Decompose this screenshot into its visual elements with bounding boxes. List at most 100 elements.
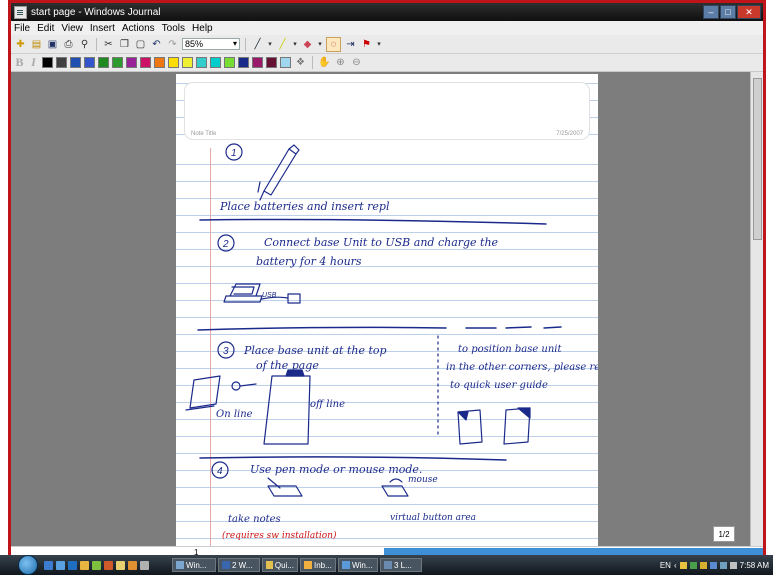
folder-icon[interactable] <box>116 560 125 570</box>
pen-color-swatch[interactable] <box>182 57 193 68</box>
highlighter-dropdown-icon[interactable]: ▾ <box>292 38 298 51</box>
laptop-drawing-icon <box>185 375 221 411</box>
new-note-icon[interactable]: ✚ <box>14 38 27 51</box>
flag-icon[interactable]: ⚑ <box>360 38 373 51</box>
bold-button[interactable]: B <box>14 55 25 70</box>
zoom-in-icon[interactable]: ⊕ <box>334 56 347 69</box>
menu-tools[interactable]: Tools <box>162 23 185 34</box>
tray-app-icon[interactable] <box>699 561 707 569</box>
pen-color-swatch[interactable] <box>168 57 179 68</box>
highlighter-icon[interactable]: ╱ <box>276 38 289 51</box>
eraser-dropdown-icon[interactable]: ▾ <box>317 38 323 51</box>
step-1-text: Place batteries and insert repl <box>219 200 390 213</box>
menu-file[interactable]: File <box>14 23 30 34</box>
mouse-label: mouse <box>408 475 438 485</box>
step-3-number: 3 <box>223 346 229 357</box>
start-button[interactable] <box>18 555 38 575</box>
pen-color-swatch[interactable] <box>154 57 165 68</box>
note-page[interactable]: Note Title 7/25/2007 1 Place batteries a… <box>176 74 598 546</box>
taskbar-item[interactable]: 2 W... <box>218 558 260 572</box>
taskbar-item[interactable]: Qui... <box>262 558 298 572</box>
volume-icon[interactable] <box>729 561 737 569</box>
tray-app-icon[interactable] <box>689 561 697 569</box>
selection-tool-icon[interactable]: ◌ <box>326 36 341 52</box>
step-3-right-line2: in the other corners, please refer <box>446 362 598 373</box>
pen-color-swatch[interactable] <box>42 57 53 68</box>
step-3-text-line1: Place base unit at the top <box>243 344 387 357</box>
pen-color-swatch[interactable] <box>56 57 67 68</box>
pen-color-swatch[interactable] <box>280 57 291 68</box>
pen-color-swatch[interactable] <box>238 57 249 68</box>
menu-edit[interactable]: Edit <box>37 23 54 34</box>
taskbar-item[interactable]: Win... <box>172 558 216 572</box>
taskbar-item[interactable]: Inb... <box>300 558 336 572</box>
pen-color-swatch[interactable] <box>224 57 235 68</box>
eraser-icon[interactable]: ◆ <box>301 38 314 51</box>
minimize-button[interactable]: – <box>703 5 719 19</box>
insert-space-icon[interactable]: ⇥ <box>344 38 357 51</box>
pen-color-swatch[interactable] <box>126 57 137 68</box>
zoom-select[interactable]: 85% <box>182 38 240 50</box>
find-icon[interactable]: ⚲ <box>78 38 91 51</box>
pen-color-swatch[interactable] <box>84 57 95 68</box>
ink-layer: 1 Place batteries and insert repl 2 Conn… <box>185 143 598 541</box>
step-4-text: Use pen mode or mouse mode. <box>250 463 422 476</box>
menu-insert[interactable]: Insert <box>90 23 115 34</box>
clock[interactable]: 7:58 AM <box>740 561 769 570</box>
media-player-icon[interactable] <box>92 560 101 570</box>
quicklaunch-app-icon[interactable] <box>128 560 137 570</box>
redo-icon[interactable]: ↷ <box>166 38 179 51</box>
outlook-icon[interactable] <box>80 560 89 570</box>
internet-explorer-icon[interactable] <box>68 560 77 570</box>
quicklaunch-app-icon[interactable] <box>104 560 113 570</box>
close-button[interactable]: ✕ <box>737 5 761 19</box>
app-icon <box>266 561 273 569</box>
laptop-drawing-icon <box>223 283 263 303</box>
pen-color-swatch[interactable] <box>140 57 151 68</box>
cable-drawing <box>239 383 257 387</box>
menu-help[interactable]: Help <box>192 23 213 34</box>
language-indicator[interactable]: EN <box>660 561 671 570</box>
format-ink-icon[interactable]: ❖ <box>294 56 307 69</box>
menu-view[interactable]: View <box>61 23 83 34</box>
copy-icon[interactable]: ❐ <box>118 38 131 51</box>
save-icon[interactable]: ▣ <box>46 38 59 51</box>
pan-icon[interactable]: ✋ <box>318 56 331 69</box>
open-icon[interactable]: ▤ <box>30 38 43 51</box>
taskbar-item[interactable]: 3 L... <box>380 558 422 572</box>
undo-icon[interactable]: ↶ <box>150 38 163 51</box>
show-desktop-icon[interactable] <box>44 560 53 570</box>
taskbar-item[interactable]: Win... <box>338 558 378 572</box>
pen-drawing-icon <box>259 144 300 201</box>
taskbar-item-label: Qui... <box>274 560 294 570</box>
pen-dropdown-icon[interactable]: ▾ <box>267 38 273 51</box>
tray-app-icon[interactable] <box>719 561 727 569</box>
pen-color-swatch[interactable] <box>266 57 277 68</box>
pen-color-swatch[interactable] <box>210 57 221 68</box>
network-icon[interactable] <box>709 561 717 569</box>
requires-installation-note: (requires sw installation) <box>222 530 337 541</box>
maximize-button[interactable]: □ <box>720 5 736 19</box>
flag-dropdown-icon[interactable]: ▾ <box>376 38 382 51</box>
toolbar-divider <box>245 37 246 51</box>
pen-color-swatch[interactable] <box>252 57 263 68</box>
quicklaunch-app-icon[interactable] <box>140 560 149 570</box>
paste-icon[interactable]: ▢ <box>134 38 147 51</box>
tray-app-icon[interactable] <box>679 561 687 569</box>
italic-button[interactable]: I <box>28 55 39 70</box>
vertical-scrollbar[interactable] <box>750 72 763 546</box>
pen-color-swatch[interactable] <box>98 57 109 68</box>
pen-color-swatch[interactable] <box>196 57 207 68</box>
print-icon[interactable]: ⎙ <box>62 38 75 51</box>
menu-actions[interactable]: Actions <box>122 23 155 34</box>
tray-expand-icon[interactable]: ‹ <box>674 561 677 570</box>
zoom-out-icon[interactable]: ⊖ <box>350 56 363 69</box>
pen-color-swatch[interactable] <box>112 57 123 68</box>
scrollbar-thumb[interactable] <box>753 78 762 240</box>
switch-windows-icon[interactable] <box>56 560 65 570</box>
step-3-right-line3: to quick user guide <box>450 380 548 391</box>
pen-color-swatch[interactable] <box>70 57 81 68</box>
paper-drawing <box>263 375 311 445</box>
cut-icon[interactable]: ✂ <box>102 38 115 51</box>
pen-icon[interactable]: ╱ <box>251 38 264 51</box>
